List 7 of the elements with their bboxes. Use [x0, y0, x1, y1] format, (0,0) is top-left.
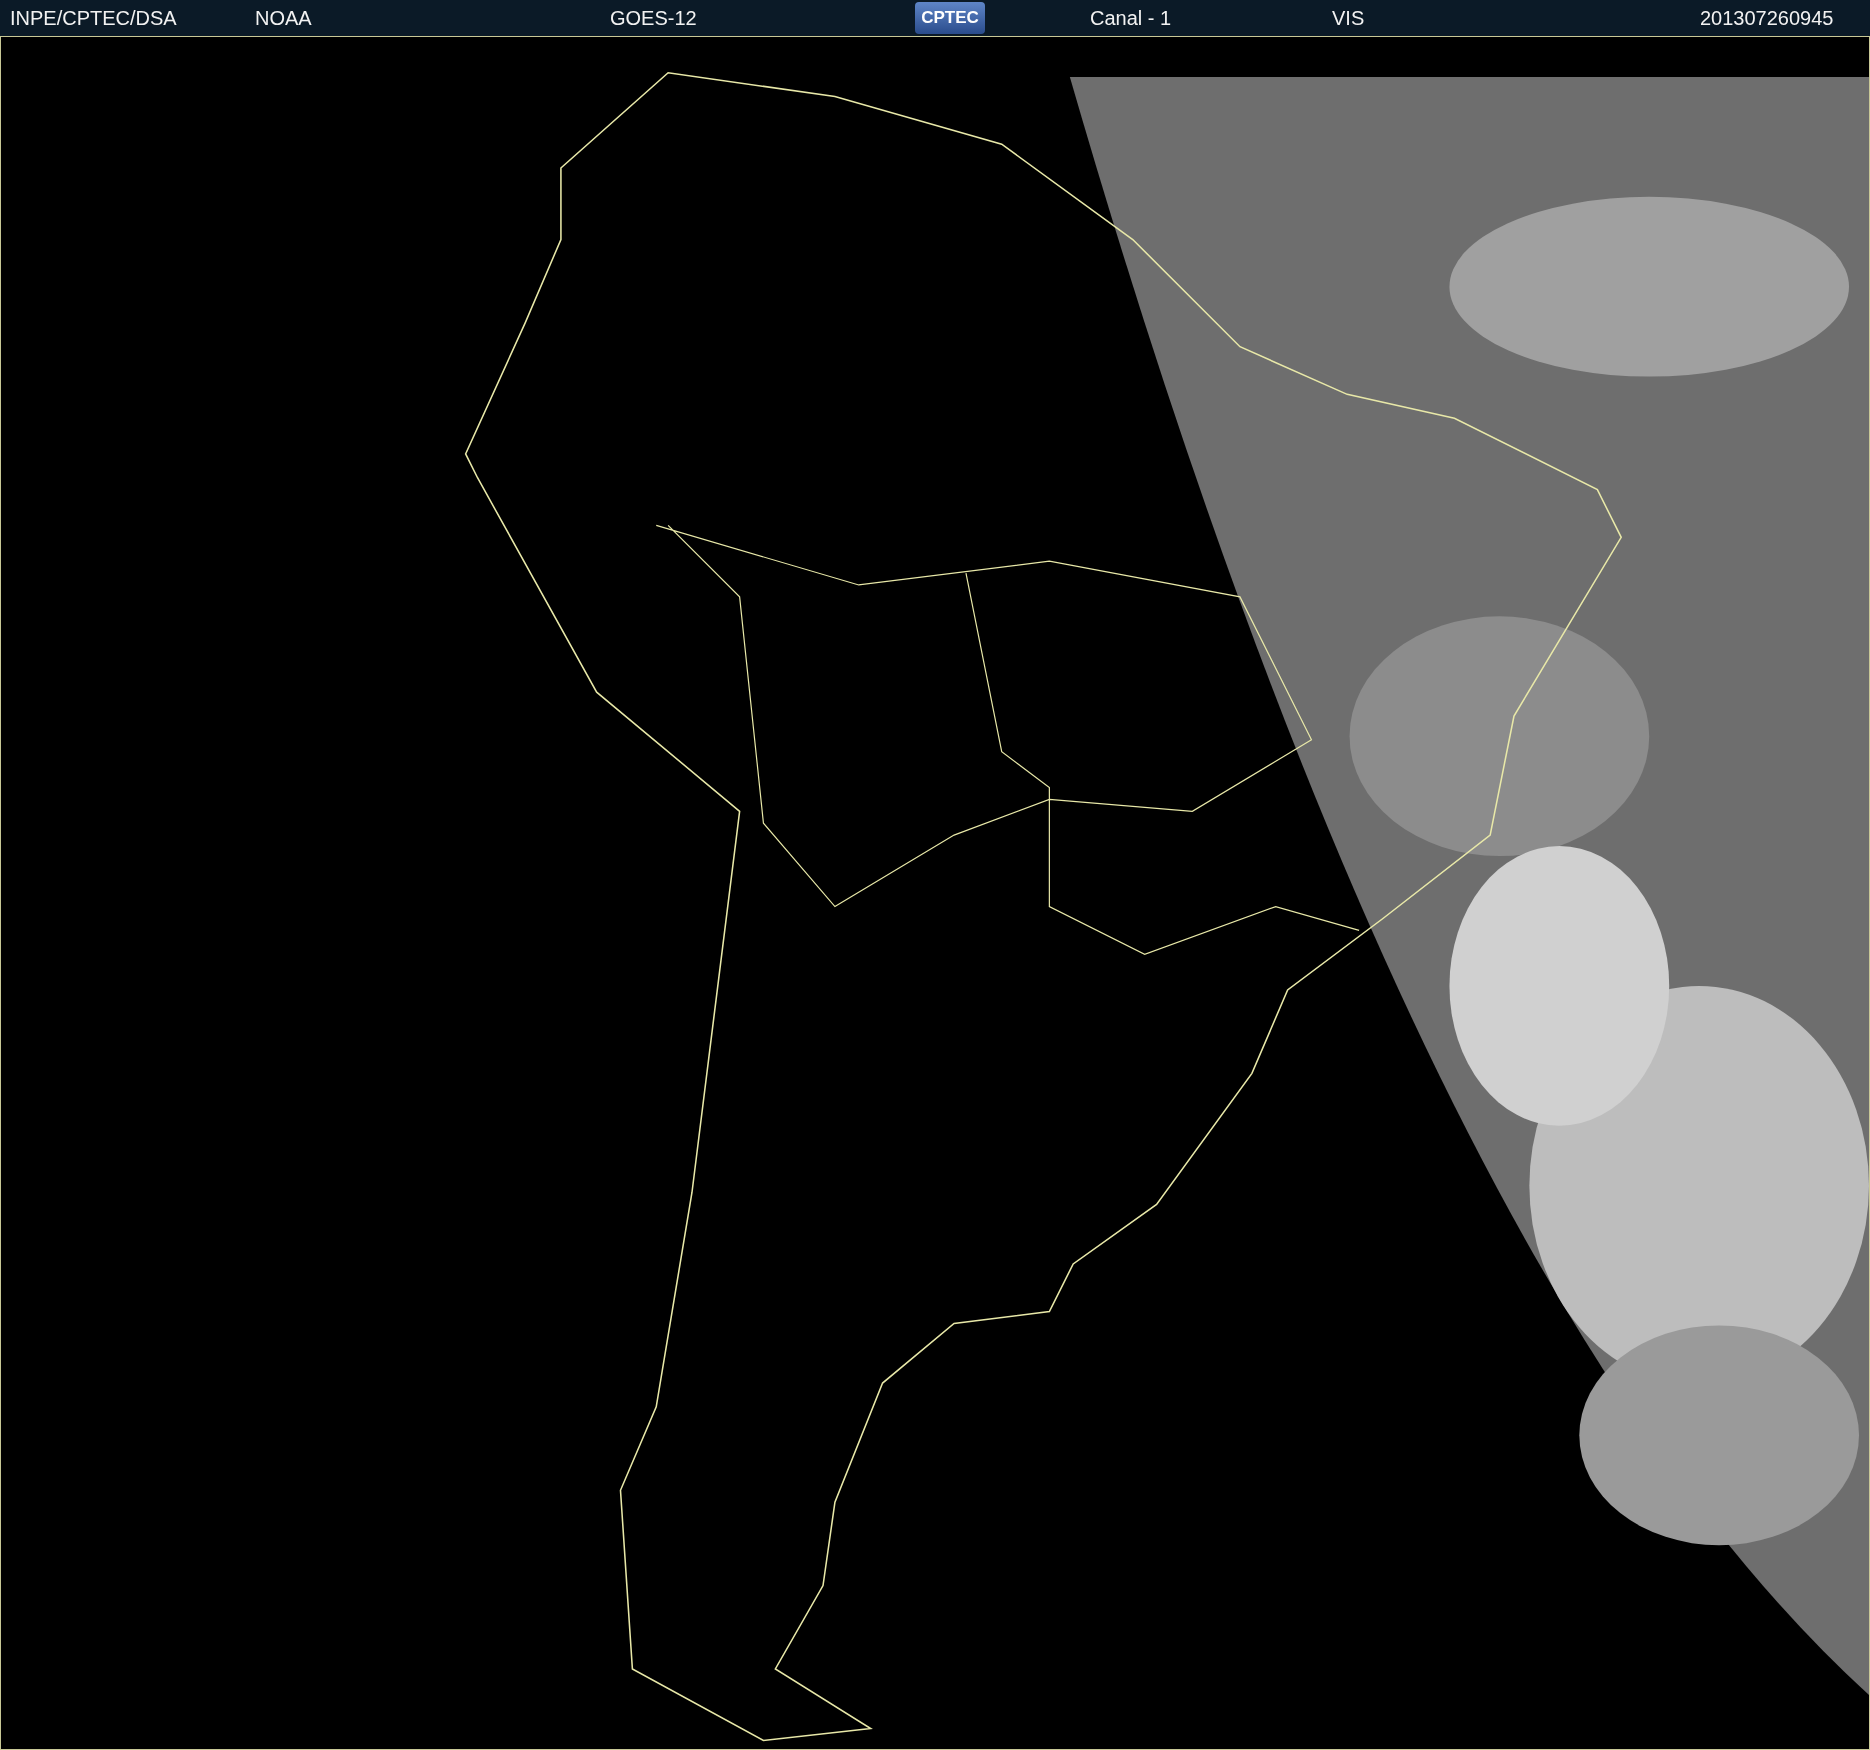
header-label: NOAA: [255, 7, 312, 30]
header-label: Canal - 1: [1090, 7, 1172, 30]
header-label: GOES-12: [610, 7, 697, 30]
header-label: VIS: [1332, 7, 1365, 30]
logo: CPTEC: [915, 2, 985, 34]
header-label: INPE/CPTEC/DSA: [10, 7, 177, 30]
header-label: 201307260945: [1700, 7, 1834, 30]
